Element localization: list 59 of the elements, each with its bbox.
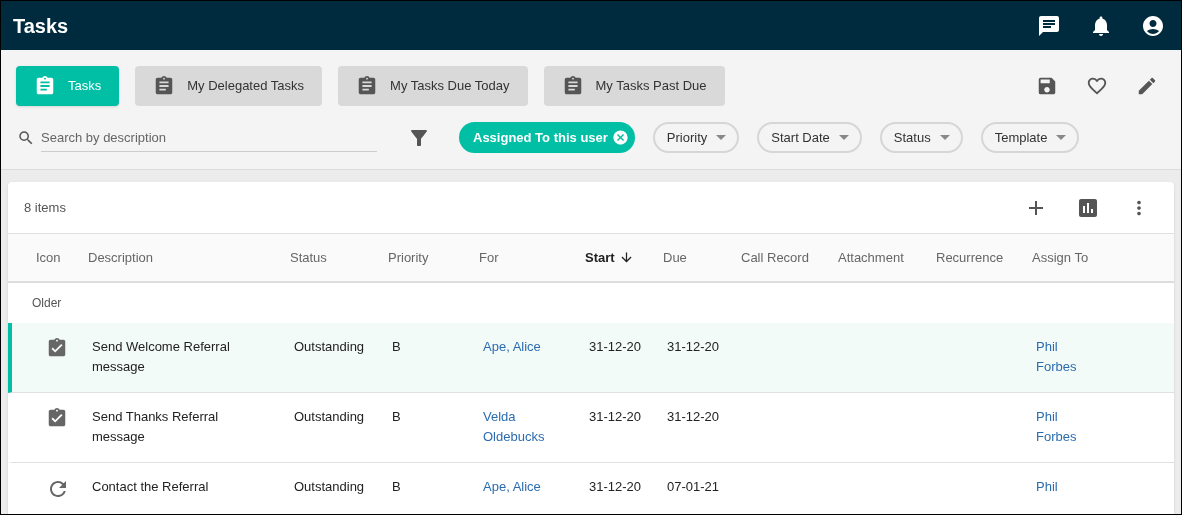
column-header[interactable]: Due [663,247,741,268]
table-cell-text: 31-12-20 [589,338,643,356]
table-cell-text: Contact the Referral [92,478,210,496]
table-cell-text: B [392,408,402,426]
caret-icon [838,135,849,140]
column-header[interactable]: Priority [388,247,479,268]
assignee-link[interactable]: Phil [1036,477,1086,497]
clipboard-check-icon [46,407,68,429]
table-row[interactable]: Send Welcome Referral message Outstanding B Ape, Alice 31-12-20 31-12-20 Phil Forbes [8,323,1174,393]
view-tab[interactable]: My Tasks Past Due [543,66,725,106]
caret-icon [939,135,950,140]
table-cell-text: 31-12-20 [589,478,643,496]
table-row[interactable]: Send Thanks Referral message Outstanding B Velda Oldebucks 31-12-20 31-12-20 Phil Forbes [8,393,1174,463]
save-icon[interactable] [1036,75,1058,97]
item-count: 8 items [24,198,66,217]
group-label: Older [32,295,62,312]
column-header[interactable]: Start [585,247,663,268]
table-cell-text: Outstanding [294,338,366,356]
filter-dropdown[interactable]: Status [879,122,963,153]
column-header[interactable]: Description [88,247,290,268]
column-header[interactable]: Call Record [741,247,838,268]
heart-icon[interactable] [1086,75,1108,97]
column-header[interactable]: For [479,247,585,268]
table-cell-text: Send Thanks Referral message [92,408,220,446]
caret-icon [1056,135,1067,140]
contact-link[interactable]: Velda Oldebucks [483,407,589,447]
table-cell-text: B [392,478,402,496]
filter-dropdown[interactable]: Priority [652,122,740,153]
table-cell-text: Outstanding [294,408,366,426]
column-header[interactable]: Assign To [1032,247,1174,268]
contact-link[interactable]: Ape, Alice [483,477,589,497]
column-header[interactable]: Status [290,247,388,268]
view-tab[interactable]: My Delegated Tasks [135,66,323,106]
chat-icon[interactable] [1037,13,1061,38]
column-header[interactable]: Recurrence [936,247,1032,268]
account-icon[interactable] [1141,13,1165,38]
search-field[interactable]: Search by description [41,123,377,152]
caret-icon [716,135,727,140]
assignee-link[interactable]: Phil Forbes [1036,407,1086,447]
table-cell-text: 31-12-20 [667,408,721,426]
column-header[interactable]: Icon [36,247,88,268]
assignee-link[interactable]: Phil Forbes [1036,337,1086,377]
view-tab[interactable]: My Tasks Due Today [338,66,528,106]
edit-icon[interactable] [1136,75,1158,97]
clipboard-check-icon [46,337,68,359]
table-cell-text: 07-01-21 [667,478,721,496]
contact-link[interactable]: Ape, Alice [483,337,589,357]
filter-dropdown[interactable]: Template [980,122,1080,153]
table-cell-text: 31-12-20 [667,338,721,356]
table-cell-text: Outstanding [294,478,366,496]
search-icon [17,128,35,147]
column-header[interactable]: Attachment [838,247,936,268]
table-cell-text: 31-12-20 [589,408,643,426]
app-title: Tasks [13,13,69,39]
filter-dropdown[interactable]: Start Date [757,122,862,153]
clipboard-icon [34,75,56,97]
table-row[interactable]: Contact the Referral Outstanding B Ape, Alice 31-12-20 07-01-21 Phil [8,463,1174,514]
table-cell-text: B [392,338,402,356]
table-cell-text: Send Welcome Referral message [92,338,231,376]
